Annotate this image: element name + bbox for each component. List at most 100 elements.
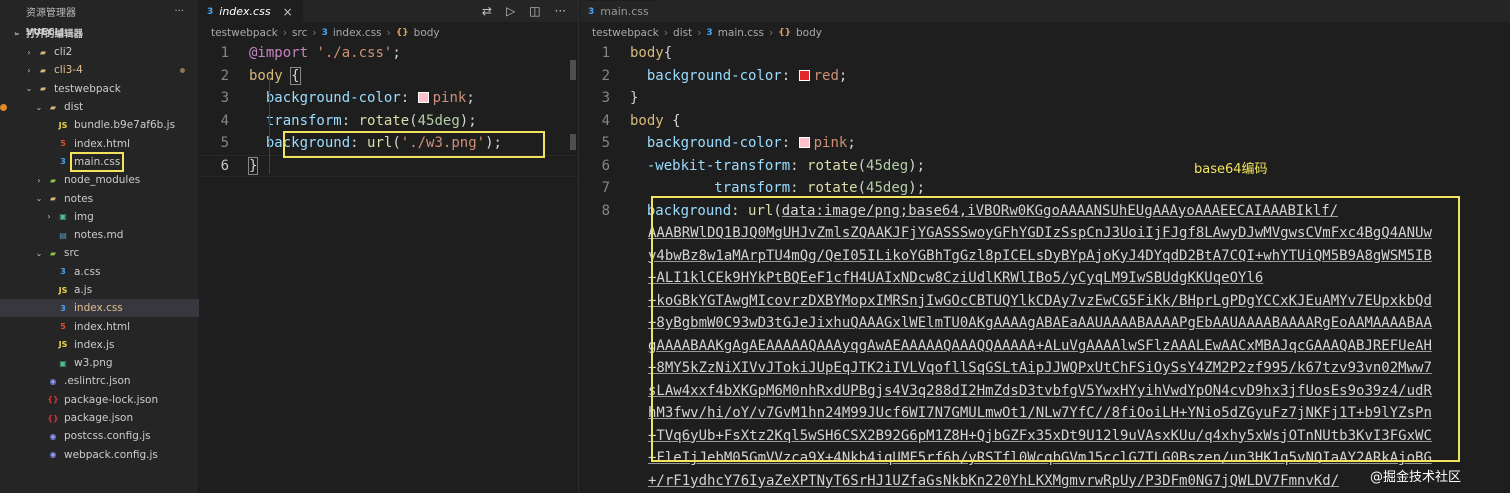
workspace-section[interactable]: ⌄ VUECLI xyxy=(0,21,199,43)
code-line: 4 body { xyxy=(580,110,1510,133)
chevron-down-icon: ⌄ xyxy=(25,84,33,94)
breadcrumb-separator: › xyxy=(768,27,774,39)
line-content: body{ xyxy=(630,45,673,62)
code-line: 2 background-color: red; xyxy=(580,65,1510,88)
tree-item[interactable]: 3 a.css xyxy=(0,263,199,281)
tree-item-label: a.css xyxy=(74,265,101,278)
scrollbar-marker xyxy=(570,134,576,150)
line-content: body { xyxy=(249,66,301,85)
explorer-sidebar: 资源管理器 ··· › 打开的编辑器 ⌄ VUECLI › ▰ cli2 › ▰ cli3… xyxy=(0,0,199,493)
tree-item[interactable]: {} package.json xyxy=(0,409,199,427)
line-content: @import './a.css'; xyxy=(249,45,401,62)
breadcrumb-item[interactable]: body xyxy=(414,27,440,39)
html-file-icon: 5 xyxy=(60,139,66,149)
image-file-icon: ▣ xyxy=(59,212,67,222)
tree-item[interactable]: › ▰ node_modules xyxy=(0,171,199,189)
tree-item[interactable]: JS index.js xyxy=(0,336,199,354)
tree-item-label: notes xyxy=(64,192,94,205)
code-line: 3 background-color: pink; xyxy=(199,87,578,110)
css-file-icon: 3 xyxy=(60,267,66,277)
folder-icon: ▰ xyxy=(49,194,57,204)
tree-item[interactable]: JS a.js xyxy=(0,281,199,299)
folder-icon: ▰ xyxy=(49,175,57,185)
tree-item[interactable]: ⌄ ▰ notes xyxy=(0,189,199,207)
html-file-icon: 5 xyxy=(60,322,66,332)
symbol-icon: {} xyxy=(395,28,409,38)
tree-item-label: node_modules xyxy=(64,174,141,187)
tree-item[interactable]: JS bundle.b9e7af6b.js xyxy=(0,116,199,134)
color-swatch[interactable] xyxy=(417,92,429,104)
line-content: } xyxy=(630,90,639,107)
tree-item[interactable]: 3 main.css xyxy=(0,151,199,172)
tree-item-label: testwebpack xyxy=(54,82,121,95)
line-number: 6 xyxy=(220,157,229,174)
tree-item[interactable]: 3 index.css xyxy=(0,299,199,318)
more-actions-icon[interactable]: ··· xyxy=(555,4,566,18)
breadcrumb-item[interactable]: body xyxy=(796,27,822,39)
config-file-icon: ◉ xyxy=(49,450,57,460)
breadcrumb-separator: › xyxy=(312,27,317,39)
tree-item[interactable]: ◉ .eslintrc.json xyxy=(0,372,199,390)
breadcrumb-item[interactable]: src xyxy=(292,27,307,39)
breadcrumb: testwebpack › dist › 3 main.css › {} bod… xyxy=(580,22,1510,44)
breadcrumb: testwebpack › src › 3 index.css › {} bod… xyxy=(199,22,578,44)
folder-icon: ▰ xyxy=(39,47,47,57)
tree-item-label: notes.md xyxy=(74,229,124,242)
tree-item[interactable]: › ▰ cli3-4 xyxy=(0,61,199,79)
compare-icon[interactable]: ⇄ xyxy=(482,4,492,18)
tree-item[interactable]: {} package-lock.json xyxy=(0,391,199,409)
js-file-icon: JS xyxy=(58,285,68,295)
line-number: 5 xyxy=(601,135,610,152)
close-icon[interactable]: × xyxy=(283,5,293,19)
chevron-right-icon: › xyxy=(37,175,41,185)
editor-left: 3 index.css × ⇄ ▷ ◫ ··· testwebpack › sr… xyxy=(199,0,579,493)
line-number: 4 xyxy=(601,112,610,129)
indent-guide xyxy=(269,76,270,174)
css-file-icon: 3 xyxy=(60,303,66,313)
tree-item[interactable]: ▣ w3.png xyxy=(0,354,199,372)
breadcrumb-separator: › xyxy=(697,27,702,39)
tree-item[interactable]: › ▣ img xyxy=(0,208,199,226)
tree-item[interactable]: ⌄ ▰ src xyxy=(0,244,199,262)
breadcrumb-item[interactable]: dist xyxy=(673,27,692,39)
tree-item[interactable]: ⌄ ▰ testwebpack xyxy=(0,80,199,98)
tree-item[interactable]: ◉ postcss.config.js xyxy=(0,427,199,445)
tree-item-label: postcss.config.js xyxy=(64,430,151,443)
breadcrumb-item[interactable]: testwebpack xyxy=(592,27,659,39)
line-number: 2 xyxy=(220,67,229,84)
tab-index-css[interactable]: 3 index.css × xyxy=(199,0,303,22)
tree-item-label: index.html xyxy=(74,137,130,150)
file-tree: › ▰ cli2 › ▰ cli3-4 ⌄ ▰ testwebpack ⌄ ▰ dist JS bundl… xyxy=(0,43,199,464)
scrollbar-thumb[interactable] xyxy=(570,60,576,80)
tab-main-css[interactable]: 3 main.css xyxy=(580,0,659,22)
line-number: 4 xyxy=(220,112,229,129)
tree-item[interactable]: › ▰ cli2 xyxy=(0,43,199,61)
annotation-label: base64编码 xyxy=(1194,162,1268,177)
explorer-more-icon[interactable]: ··· xyxy=(174,6,184,17)
css-file-icon: 3 xyxy=(207,6,214,17)
tree-item[interactable]: ⌄ ▰ dist xyxy=(0,98,199,116)
color-swatch[interactable] xyxy=(798,69,810,81)
line-number: 7 xyxy=(601,180,610,197)
run-icon[interactable]: ▷ xyxy=(506,4,515,18)
chevron-right-icon: › xyxy=(27,65,31,75)
code-line: 6 -webkit-transform: rotate(45deg); xyxy=(580,155,1510,178)
split-editor-icon[interactable]: ◫ xyxy=(529,4,540,18)
tree-item[interactable]: ▤ notes.md xyxy=(0,226,199,244)
tree-item-label: index.html xyxy=(74,320,130,333)
line-content: transform: rotate(45deg); xyxy=(714,180,926,197)
breadcrumb-item[interactable]: testwebpack xyxy=(211,27,278,39)
tree-item[interactable]: 5 index.html xyxy=(0,134,199,152)
line-content: background-color: pink; xyxy=(265,90,475,107)
breadcrumb-item[interactable]: main.css xyxy=(718,27,764,39)
tree-item[interactable]: ◉ webpack.config.js xyxy=(0,446,199,464)
breadcrumb-item[interactable]: index.css xyxy=(333,27,382,39)
tree-item-label: index.js xyxy=(74,338,115,351)
tab-label: main.css xyxy=(600,5,649,18)
explorer-title: 资源管理器 xyxy=(26,7,76,19)
watermark: @掘金技术社区 xyxy=(1370,470,1462,485)
tab-label: index.css xyxy=(219,5,271,18)
color-swatch[interactable] xyxy=(798,137,810,149)
tree-item[interactable]: 5 index.html xyxy=(0,317,199,335)
line-number: 3 xyxy=(601,90,610,107)
